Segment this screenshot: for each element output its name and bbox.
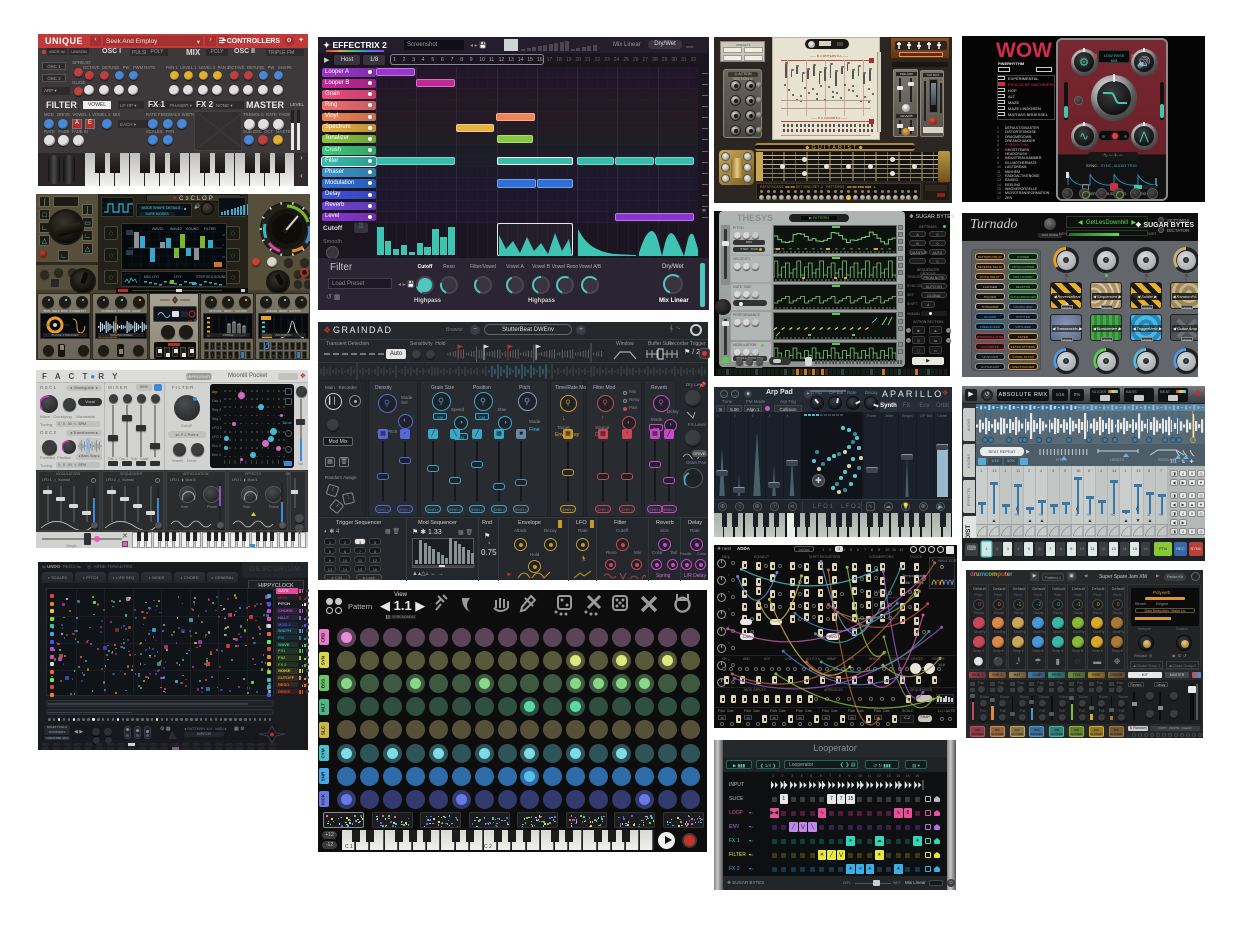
svg-text:↻: ↻ [194, 318, 197, 323]
svg-text:PITCH: PITCH [1056, 458, 1067, 461]
svg-text:LENGTH: LENGTH [1110, 458, 1125, 461]
svg-text:FX: FX [188, 319, 192, 323]
